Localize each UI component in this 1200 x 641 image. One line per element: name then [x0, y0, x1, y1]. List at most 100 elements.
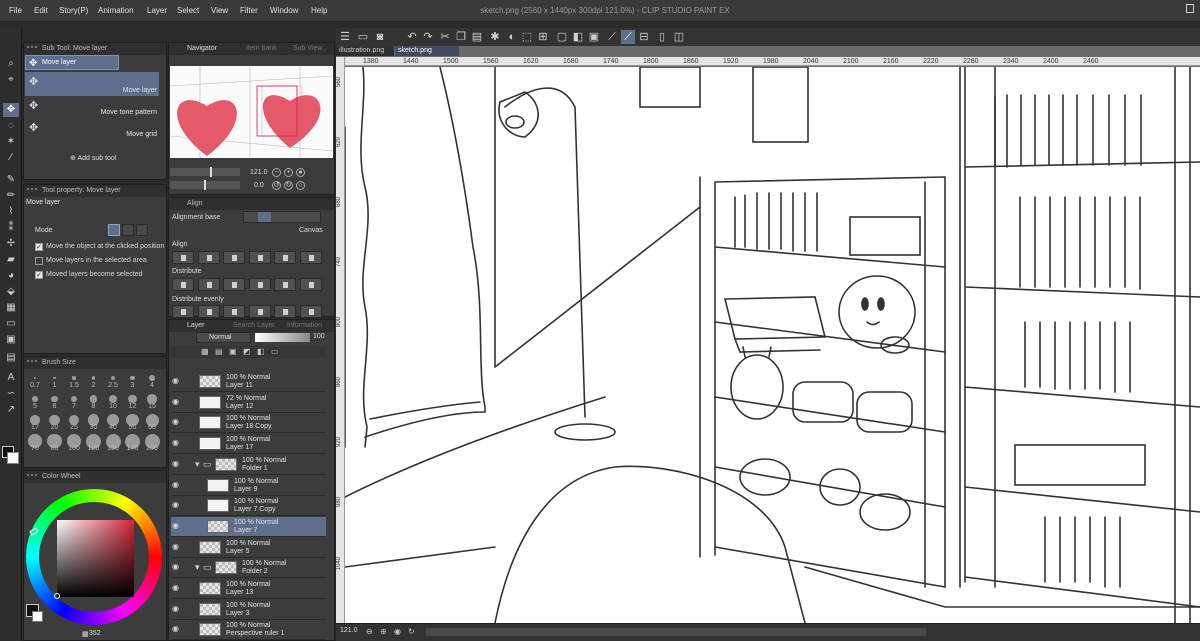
brush-size-option[interactable]: 4	[143, 370, 161, 390]
layer-row[interactable]: ◉ 72 % Normal Layer 12	[171, 392, 326, 413]
tab-layer[interactable]: Layer	[187, 320, 205, 332]
canvas[interactable]	[345, 67, 1200, 623]
brush-size-option[interactable]: 10	[104, 391, 122, 411]
align-button[interactable]	[274, 278, 296, 291]
tab-sketch[interactable]: sketch.png	[395, 46, 459, 56]
add-subtool-button[interactable]: ⊕ Add sub tool	[70, 154, 116, 162]
layer-row[interactable]: ◉ 100 % Normal Layer 3	[171, 599, 326, 620]
menu-story[interactable]: Story(P)	[59, 0, 88, 22]
tab-information[interactable]: Information	[287, 320, 322, 332]
saturation-value-square[interactable]	[57, 520, 134, 597]
align-button[interactable]	[299, 305, 322, 318]
brush-size-option[interactable]: 200	[143, 433, 161, 453]
clear-icon[interactable]: ✱	[488, 30, 502, 44]
lasso-icon[interactable]: ◌	[3, 119, 19, 133]
status-rotate-icon[interactable]: ↻	[408, 627, 415, 636]
menu-animation[interactable]: Animation	[98, 0, 134, 22]
option-checkbox-become-selected[interactable]: ✓	[35, 271, 43, 279]
lock-transparency-icon[interactable]: ◩	[243, 347, 251, 356]
eye-icon[interactable]: ◉	[172, 501, 180, 509]
layer-folder-row[interactable]: ◉ ▾ ▭ 100 % Normal Folder 2	[171, 558, 326, 579]
align-button[interactable]	[274, 251, 296, 264]
rotate-right-icon[interactable]: ↻	[284, 181, 293, 190]
tab-sub-view[interactable]: Sub View	[293, 43, 322, 55]
align-button[interactable]	[172, 251, 194, 264]
layer-row[interactable]: ◉ 100 % Normal Layer 9	[171, 475, 326, 496]
layer-row[interactable]: ◉ 100 % Normal Layer 18 Copy	[171, 413, 326, 434]
menu-icon[interactable]: ☰	[338, 30, 352, 44]
brush-icon[interactable]: ⌇	[3, 205, 19, 219]
align-button[interactable]	[248, 305, 271, 318]
pen-icon[interactable]: ✎	[3, 173, 19, 187]
decoration-icon[interactable]: ✢	[3, 237, 19, 251]
open-file-icon[interactable]: ◙	[373, 30, 387, 44]
redo-icon[interactable]: ↷	[421, 30, 435, 44]
eye-icon[interactable]: ◉	[172, 439, 180, 447]
brush-size-option[interactable]: 100	[65, 433, 83, 453]
frame-border-icon[interactable]: ▣	[3, 333, 19, 347]
align-button[interactable]	[299, 278, 322, 291]
align-button[interactable]	[197, 251, 220, 264]
fill-icon[interactable]: ◐	[505, 30, 519, 44]
align-button[interactable]	[248, 251, 271, 264]
subtool-group-move-layer[interactable]: ✥ Move layer	[25, 55, 119, 70]
brush-size-option[interactable]: 1	[46, 370, 64, 390]
eyedropper-icon[interactable]: ⁄	[3, 151, 19, 165]
transform-icon[interactable]: ⬚	[520, 30, 534, 44]
layer-row[interactable]: ◉ 100 % Normal Layer 11	[171, 372, 326, 392]
operation-icon[interactable]: ⌖	[3, 73, 19, 87]
subtool-item-move-tone-pattern[interactable]: ✥ Move tone pattern	[25, 96, 159, 118]
brush-size-option[interactable]: 170	[124, 433, 142, 453]
crop-icon[interactable]: ⊞	[536, 30, 550, 44]
align-button[interactable]	[172, 305, 194, 318]
brush-size-option[interactable]: 60	[143, 412, 161, 432]
lock-icon[interactable]: ▣	[229, 347, 237, 356]
blend-icon[interactable]: ◕	[3, 269, 19, 283]
layer-row[interactable]: ◉ 100 % Normal Layer 7	[171, 516, 326, 537]
airbrush-icon[interactable]: ⁑	[3, 221, 19, 235]
option-checkbox-selected-area[interactable]	[35, 257, 43, 265]
brush-size-option[interactable]: 1.5	[65, 370, 83, 390]
brush-size-option[interactable]: 5	[26, 391, 44, 411]
paste-icon[interactable]: ▤	[470, 30, 484, 44]
restore-window-icon[interactable]	[1186, 4, 1194, 13]
brush-size-option[interactable]: 0.7	[26, 370, 44, 390]
undo-icon[interactable]: ↶	[405, 30, 419, 44]
color-picker-handle[interactable]	[54, 593, 60, 599]
layer-row[interactable]: ◉ 100 % Normal Layer 13	[171, 579, 326, 599]
new-file-icon[interactable]: ▭	[356, 30, 370, 44]
eye-icon[interactable]: ◉	[172, 459, 180, 468]
tab-illustration[interactable]: illustration.png	[336, 46, 394, 56]
reference-layer-icon[interactable]: ▤	[215, 347, 223, 356]
snap-grid-icon[interactable]: ⊟	[637, 30, 651, 44]
move-layer-icon[interactable]: ✥	[3, 103, 19, 117]
mode-grid-button[interactable]	[136, 224, 148, 236]
rotate-left-icon[interactable]: ↺	[272, 181, 281, 190]
snap-special-ruler-icon[interactable]: ⟋	[621, 30, 635, 44]
reference-icon[interactable]: ◫	[672, 30, 686, 44]
align-button[interactable]	[197, 305, 220, 318]
brush-size-option[interactable]: 20	[46, 412, 64, 432]
alignment-base-buttons[interactable]	[243, 211, 321, 223]
brush-size-option[interactable]: 12	[124, 391, 142, 411]
navigator-rotate-slider[interactable]	[170, 180, 240, 190]
menu-help[interactable]: Help	[311, 0, 327, 22]
align-button[interactable]	[223, 251, 245, 264]
eye-icon[interactable]: ◉	[172, 625, 180, 633]
eye-icon[interactable]: ◉	[172, 563, 180, 571]
menu-window[interactable]: Window	[270, 0, 298, 22]
align-button[interactable]	[248, 278, 271, 291]
eye-icon[interactable]: ◉	[172, 542, 180, 551]
sub-color-swatch[interactable]	[7, 452, 19, 464]
zoom-out-icon[interactable]: −	[272, 168, 281, 177]
menu-view[interactable]: View	[211, 0, 228, 22]
mode-tone-button[interactable]	[122, 224, 134, 236]
status-fit-icon[interactable]: ◉	[394, 627, 401, 636]
layer-row[interactable]: ◉ 100 % Normal Perspective ruler 1	[171, 620, 326, 641]
brush-size-option[interactable]: 17	[26, 412, 44, 432]
copy-icon[interactable]: ❐	[454, 30, 468, 44]
correct-line-icon[interactable]: ↗	[3, 403, 19, 417]
reset-rotation-icon[interactable]: ○	[296, 181, 305, 190]
folder-toggle-icon[interactable]: ▾	[195, 459, 200, 470]
selection-launcher-icon[interactable]: ▣	[587, 30, 601, 44]
